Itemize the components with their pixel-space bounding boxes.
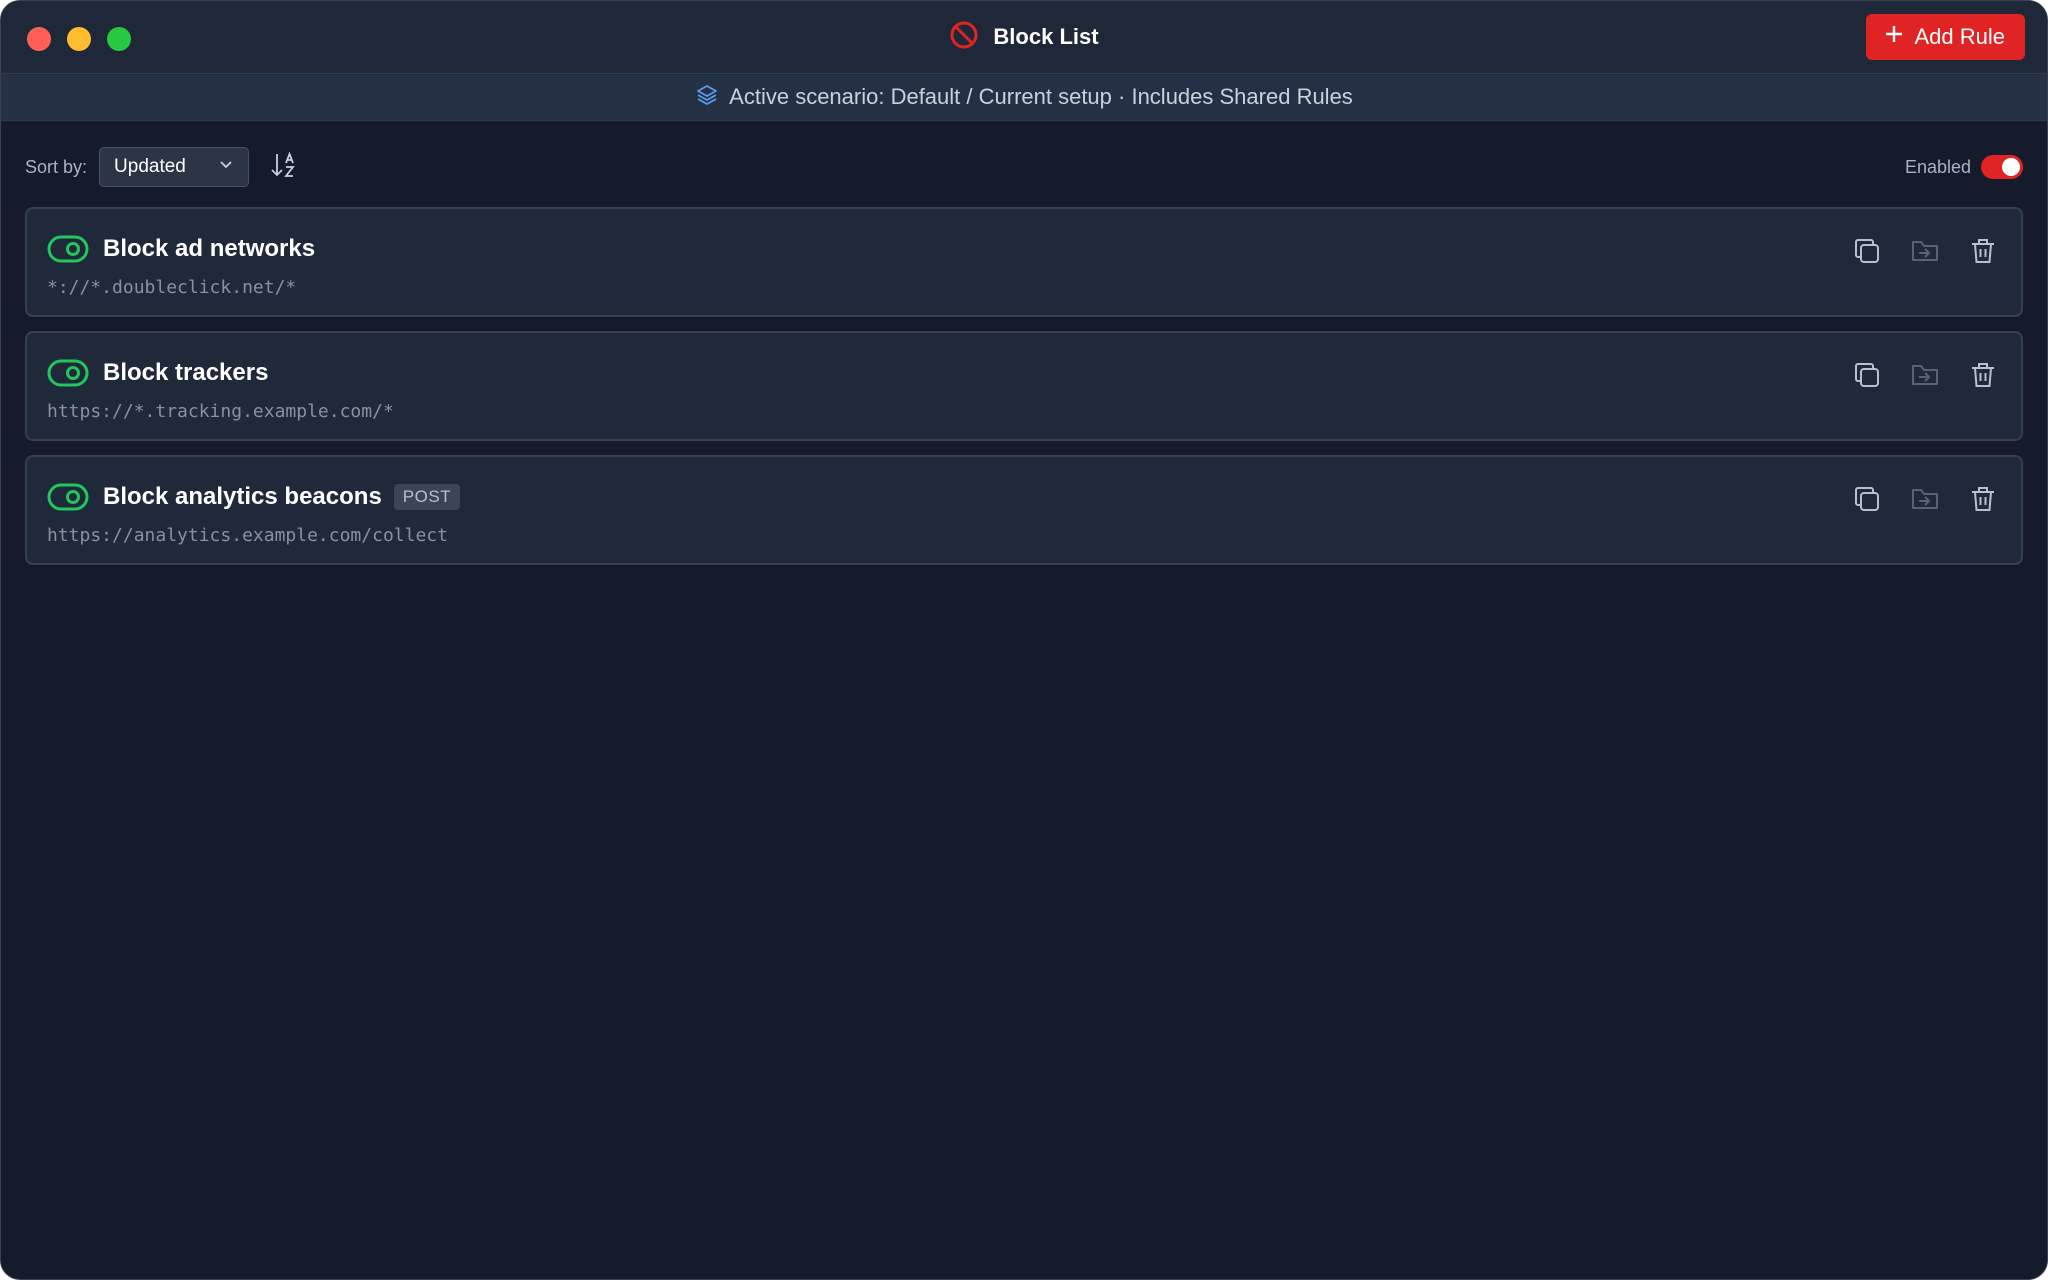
sort-label: Sort by: — [25, 156, 88, 177]
delete-icon[interactable] — [1967, 483, 1999, 515]
move-to-folder-icon[interactable] — [1909, 359, 1941, 391]
rule-name: Block ad networks — [103, 235, 316, 262]
rule-list: Block ad networks *://*.doubleclick.net/… — [25, 207, 2023, 579]
rule-pattern: https://analytics.example.com/collect — [47, 525, 448, 546]
rule-name: Block trackers — [103, 359, 269, 386]
delete-icon[interactable] — [1967, 235, 1999, 267]
rule-name-wrap: Block ad networks — [103, 235, 315, 263]
move-to-folder-icon[interactable] — [1909, 483, 1941, 515]
rule-name-wrap: Block analytics beacons POST — [103, 483, 461, 511]
sort-select-value: Updated — [114, 156, 186, 177]
sort-direction-button[interactable] — [269, 150, 299, 185]
list-toolbar: Sort by: Updated Enabled — [25, 147, 2023, 187]
rule-toggle-on-icon[interactable] — [47, 235, 89, 263]
rule-actions — [1851, 483, 1999, 515]
rule-name-wrap: Block trackers — [103, 359, 268, 387]
enabled-label: Enabled — [1904, 156, 1971, 177]
move-to-folder-icon[interactable] — [1909, 235, 1941, 267]
rule-pattern: https://*.tracking.example.com/* — [47, 401, 394, 422]
layers-icon — [695, 83, 719, 112]
rule-card[interactable]: Block ad networks *://*.doubleclick.net/… — [25, 207, 2023, 317]
enabled-toggle-group: Enabled — [1905, 155, 2023, 179]
sort-alpha-down-icon — [269, 150, 299, 185]
block-icon — [949, 20, 979, 55]
rule-card[interactable]: Block trackers https://*.tracking.exampl… — [25, 331, 2023, 441]
window-title: Block List — [993, 24, 1099, 49]
app-window: Block List Add Rule Active scenario: Def… — [0, 0, 2048, 1280]
rule-actions — [1851, 235, 1999, 267]
rule-pattern: *://*.doubleclick.net/* — [47, 277, 297, 298]
enabled-toggle[interactable] — [1981, 155, 2023, 179]
duplicate-icon[interactable] — [1851, 359, 1883, 391]
active-scenario-text: Active scenario: Default / Current setup… — [729, 84, 1353, 109]
active-scenario-bar[interactable]: Active scenario: Default / Current setup… — [1, 74, 2047, 121]
delete-icon[interactable] — [1967, 359, 1999, 391]
add-rule-button[interactable]: Add Rule — [1866, 14, 2025, 60]
rule-toggle-on-icon[interactable] — [47, 359, 89, 387]
rule-name: Block analytics beacons — [103, 483, 382, 510]
duplicate-icon[interactable] — [1851, 483, 1883, 515]
chevron-down-icon — [218, 156, 234, 178]
window-title-group: Block List — [1, 1, 2047, 73]
rule-actions — [1851, 359, 1999, 391]
add-rule-label: Add Rule — [1914, 24, 2005, 49]
duplicate-icon[interactable] — [1851, 235, 1883, 267]
rule-toggle-on-icon[interactable] — [47, 483, 89, 511]
rule-card[interactable]: Block analytics beacons POST https://ana… — [25, 455, 2023, 565]
method-badge: POST — [393, 484, 461, 510]
sort-select[interactable]: Updated — [99, 147, 250, 187]
title-bar: Block List Add Rule — [1, 1, 2047, 74]
plus-icon — [1884, 24, 1904, 50]
